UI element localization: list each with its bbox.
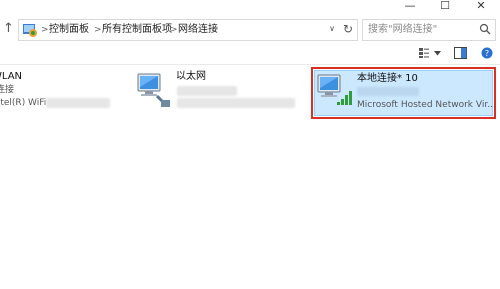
close-button[interactable]: ✕ xyxy=(466,0,496,14)
chevron-down-icon[interactable] xyxy=(434,51,441,56)
help-icon[interactable]: ? xyxy=(481,47,493,59)
title-bar: — ☐ ✕ xyxy=(0,0,500,14)
wireless-signal-icon xyxy=(337,91,352,105)
breadcrumb-network-connections[interactable]: 网络连接 xyxy=(178,23,218,37)
breadcrumb-control-panel[interactable]: 控制面板 xyxy=(49,23,89,37)
breadcrumb-separator: > xyxy=(94,25,102,35)
refresh-icon[interactable]: ↻ xyxy=(343,22,353,36)
address-bar[interactable]: > 控制面板 > 所有控制面板项 > 网络连接 ∨ ↻ xyxy=(18,19,358,41)
connection-adapter: Microsoft Hosted Network Vir... xyxy=(357,100,496,110)
breadcrumb-separator: > xyxy=(41,25,49,35)
connection-name: 本地连接* 10 xyxy=(357,73,418,84)
redacted-adapter-text xyxy=(46,98,110,108)
connection-adapter: Intel(R) WiFi xyxy=(0,98,47,108)
redacted-status-text xyxy=(177,86,237,96)
command-bar: ? xyxy=(0,43,500,65)
breadcrumb-separator: > xyxy=(170,25,178,35)
minimize-button[interactable]: — xyxy=(395,0,425,14)
control-panel-icon xyxy=(23,24,37,37)
connection-name: WLAN xyxy=(0,71,23,82)
redacted-status-text xyxy=(357,87,419,96)
breadcrumb-all-items[interactable]: 所有控制面板项 xyxy=(102,23,172,37)
up-button[interactable]: ↑ xyxy=(3,21,17,37)
preview-pane-icon[interactable] xyxy=(454,47,467,59)
network-adapter-icon xyxy=(137,73,170,108)
maximize-button[interactable]: ☐ xyxy=(430,0,460,14)
search-input[interactable]: 搜索"网络连接" xyxy=(362,19,496,41)
svg-text:?: ? xyxy=(485,49,489,58)
search-icon xyxy=(479,23,491,35)
view-options-icon[interactable] xyxy=(418,47,430,59)
search-placeholder: 搜索"网络连接" xyxy=(368,24,438,35)
connection-status: 未连接 xyxy=(0,85,15,95)
redacted-adapter-text xyxy=(177,98,295,108)
address-dropdown-icon[interactable]: ∨ xyxy=(329,24,335,33)
connection-name: 以太网 xyxy=(176,71,206,82)
